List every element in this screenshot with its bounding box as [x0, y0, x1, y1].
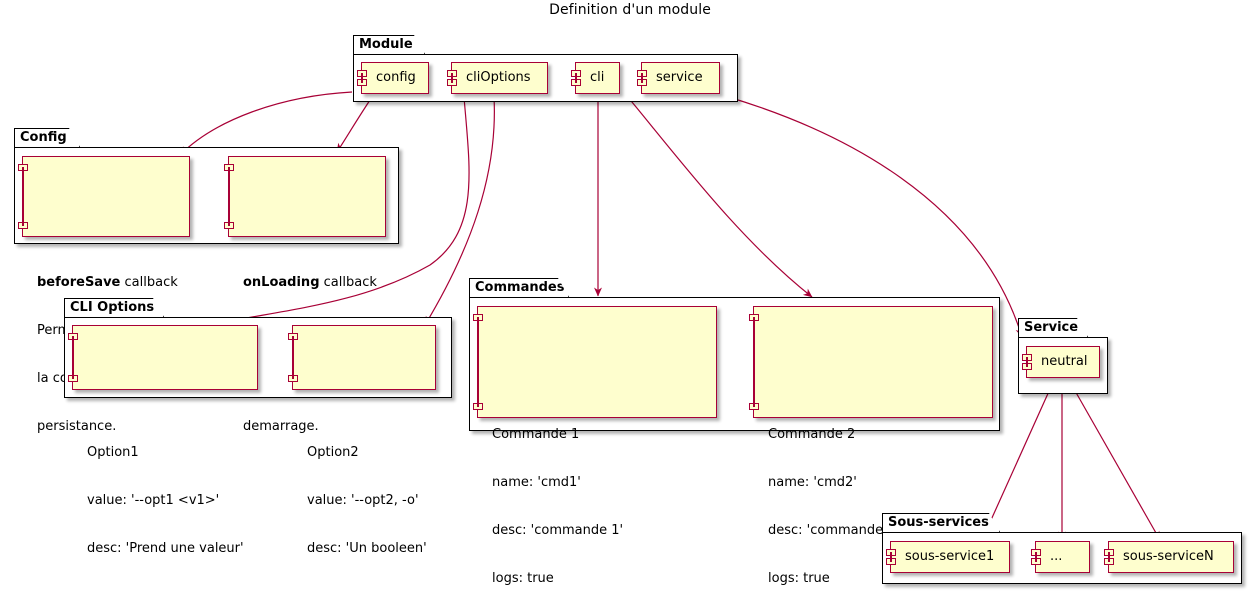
- port-bar-icon: [292, 336, 294, 379]
- component-option2-label: Option2 value: '--opt2, -o' desc: 'Un bo…: [293, 406, 435, 589]
- package-service-tab: Service: [1018, 318, 1088, 337]
- component-sousservice-ellipsis-label: ...: [1050, 549, 1063, 564]
- commande2-line-1: Commande 2: [768, 427, 856, 442]
- component-service-label: service: [656, 70, 703, 85]
- option2-line-2: value: '--opt2, -o': [307, 493, 419, 508]
- option1-line-3: desc: 'Prend une valeur': [87, 541, 244, 556]
- package-cli-options-label: CLI Options: [70, 300, 155, 315]
- component-option1[interactable]: Option1 value: '--opt1 <v1>' desc: 'Pren…: [68, 325, 258, 556]
- component-sousservice-ellipsis[interactable]: ...: [1031, 541, 1090, 573]
- option1-line-2: value: '--opt1 <v1>': [87, 493, 220, 508]
- port-bar-icon: [451, 73, 453, 83]
- component-service[interactable]: service: [637, 62, 720, 94]
- option2-line-1: Option2: [307, 445, 359, 460]
- component-sousserviceN-label: sous-serviceN: [1123, 549, 1214, 564]
- option2-line-3: desc: 'Un booleen': [307, 541, 427, 556]
- package-module-tab: Module: [353, 35, 425, 54]
- connector-cli-commande2: [626, 95, 813, 298]
- package-config-label: Config: [20, 130, 67, 145]
- component-beforeSave[interactable]: beforeSave callback Permet de modifier l…: [18, 156, 190, 434]
- port-bar-icon: [1026, 357, 1028, 367]
- component-cliOptions[interactable]: cliOptions: [447, 62, 548, 94]
- component-cli[interactable]: cli: [571, 62, 620, 94]
- port-bar-icon: [477, 317, 479, 407]
- component-neutral[interactable]: neutral: [1022, 346, 1100, 378]
- commande1-line-3: desc: 'commande 1': [492, 523, 624, 538]
- package-sous-services-tab: Sous-services: [882, 513, 1000, 532]
- commande1-line-2: name: 'cmd1': [492, 475, 581, 490]
- component-cliOptions-label: cliOptions: [466, 70, 531, 85]
- port-bar-icon: [890, 552, 892, 562]
- port-bar-icon: [361, 73, 363, 83]
- onLoading-strong: onLoading: [243, 275, 320, 290]
- diagram-canvas: Definition d'un module Module config cli…: [0, 0, 1260, 598]
- beforeSave-strong: beforeSave: [37, 275, 121, 290]
- package-commandes-tab: Commandes: [469, 278, 569, 297]
- component-config-label: config: [376, 70, 416, 85]
- component-sousservice1[interactable]: sous-service1: [886, 541, 1010, 573]
- component-neutral-label: neutral: [1041, 354, 1088, 369]
- port-bar-icon: [641, 73, 643, 83]
- component-onLoading[interactable]: onLoading callback Permet de charger une…: [224, 156, 386, 434]
- commande1-line-4: logs: true: [492, 571, 554, 586]
- component-sousserviceN[interactable]: sous-serviceN: [1104, 541, 1234, 573]
- commande1-line-1: Commande 1: [492, 427, 580, 442]
- component-config[interactable]: config: [357, 62, 429, 94]
- port-bar-icon: [1035, 552, 1037, 562]
- package-config-tab: Config: [14, 128, 80, 147]
- onLoading-rest: callback: [319, 275, 377, 290]
- package-sous-services-label: Sous-services: [888, 515, 989, 530]
- component-commande1-label: Commande 1 name: 'cmd1' desc: 'commande …: [478, 387, 716, 598]
- port-bar-icon: [753, 317, 755, 407]
- component-cli-label: cli: [590, 70, 605, 85]
- port-bar-icon: [1108, 552, 1110, 562]
- port-bar-icon: [228, 167, 230, 226]
- package-service-label: Service: [1024, 320, 1079, 335]
- port-bar-icon: [575, 73, 577, 83]
- component-sousservice1-label: sous-service1: [905, 549, 995, 564]
- commande2-line-2: name: 'cmd2': [768, 475, 857, 490]
- port-bar-icon: [72, 336, 74, 379]
- package-commandes-label: Commandes: [475, 280, 565, 295]
- option1-line-1: Option1: [87, 445, 139, 460]
- component-commande2[interactable]: Commande 2 name: 'cmd2' desc: 'commande …: [749, 306, 993, 586]
- diagram-title: Definition d'un module: [549, 2, 711, 18]
- component-commande1[interactable]: Commande 1 name: 'cmd1' desc: 'commande …: [473, 306, 717, 586]
- component-option2[interactable]: Option2 value: '--opt2, -o' desc: 'Un bo…: [288, 325, 436, 556]
- package-module-label: Module: [359, 37, 413, 52]
- beforeSave-rest: callback: [120, 275, 178, 290]
- component-option1-label: Option1 value: '--opt1 <v1>' desc: 'Pren…: [73, 406, 257, 589]
- package-cli-options-tab: CLI Options: [64, 298, 164, 317]
- port-bar-icon: [22, 167, 24, 226]
